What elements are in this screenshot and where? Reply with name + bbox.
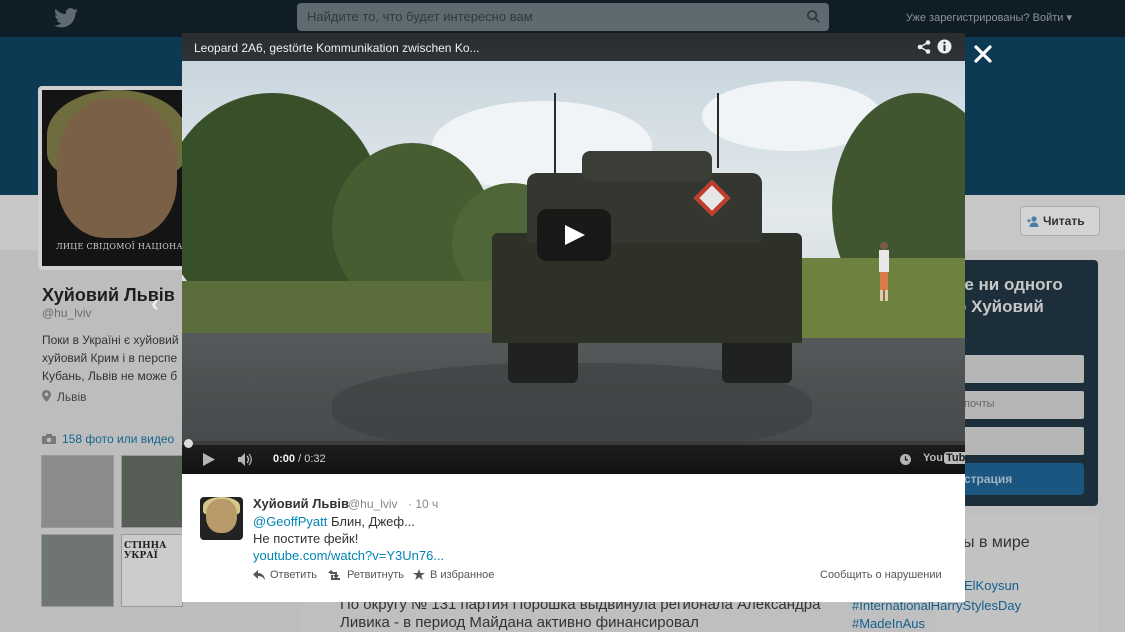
youtube-logo-tube: Tube (943, 452, 965, 464)
follow-button-label: Читать (1043, 214, 1085, 228)
signup-button-label: страция (964, 472, 1013, 486)
youtube-logo-you: You (923, 452, 943, 464)
email-placeholder: почты (964, 398, 995, 410)
play-button[interactable] (537, 209, 611, 261)
video-time: 0:00 / 0:32 (273, 453, 326, 465)
play-icon (565, 225, 585, 245)
location-text: Львів (57, 390, 87, 404)
watch-later-icon[interactable] (900, 454, 911, 465)
share-icon[interactable] (917, 40, 931, 54)
media-lightbox: Leopard 2A6, gestörte Kommunikation zwis… (182, 33, 965, 602)
avatar-face (206, 499, 237, 533)
camera-icon (42, 434, 56, 444)
retweet-label: Ретвитнуть (347, 569, 405, 581)
profile-avatar[interactable]: ЛИЦЕ СВІДОМОЇ НАЦІОНАЛ- (38, 86, 188, 270)
thumbnail-text: СТІННА УКРАЇ (124, 541, 167, 561)
close-icon[interactable] (973, 44, 993, 64)
name-field[interactable] (952, 355, 1084, 383)
trend-item[interactable]: #MadeInAus (852, 616, 925, 631)
previous-arrow-icon[interactable]: ‹ (151, 290, 159, 318)
tweet-card: Хуйовий Львів @hu_lviv · 10 ч @GeoffPyat… (182, 474, 965, 602)
tweet-author-name[interactable]: Хуйовий Львів (253, 496, 349, 511)
tweet-timestamp[interactable]: · 10 ч (408, 497, 438, 511)
signup-title: те ни одного о Хуйовий (956, 274, 1063, 318)
bio-line: Поки в Україні є хуйовий (42, 333, 179, 347)
login-link[interactable]: Уже зарегистрированы? Войти ▾ (906, 11, 1072, 24)
reply-label: Ответить (270, 569, 318, 581)
video-controls: 0:00 / 0:32 YouTube (182, 445, 965, 474)
location-pin-icon (42, 390, 51, 402)
photos-link[interactable]: 158 фото или видео (42, 432, 174, 446)
current-time: 0:00 (273, 453, 296, 465)
tweet-text-line: Не постите фейк! (253, 531, 359, 546)
photos-link-text: 158 фото или видео (62, 432, 175, 446)
search-icon[interactable] (806, 9, 821, 24)
add-user-icon (1027, 216, 1039, 227)
email-field[interactable]: почты (952, 391, 1084, 419)
profile-bio: Поки в Україні є хуйовий хуйовий Крим і … (42, 331, 182, 385)
media-thumbnail[interactable] (121, 455, 183, 528)
signup-title-line: те ни одного (956, 275, 1063, 294)
reply-icon (253, 570, 265, 580)
media-thumbnail[interactable] (41, 455, 114, 528)
tweet-text: Блин, Джеф... (327, 514, 415, 529)
mention-link[interactable]: @GeoffPyatt (253, 514, 327, 529)
follow-button[interactable]: Читать (1020, 206, 1100, 236)
media-thumbnail[interactable] (41, 534, 114, 607)
favorite-button[interactable]: В избранное (413, 569, 494, 581)
favorite-label: В избранное (430, 569, 495, 581)
avatar-face (57, 98, 177, 238)
video-title[interactable]: Leopard 2A6, gestörte Kommunikation zwis… (194, 41, 480, 55)
video-player[interactable]: Leopard 2A6, gestörte Kommunikation zwis… (182, 33, 965, 474)
background-tweet-text: Ливика - в период Майдана активно финанс… (340, 614, 699, 631)
volume-icon[interactable] (238, 453, 253, 466)
total-time: / 0:32 (298, 453, 326, 465)
search-input[interactable]: Найдите то, что будет интересно вам (297, 3, 829, 31)
profile-handle: @hu_lviv (42, 306, 92, 320)
tweet-text-line: youtube.com/watch?v=Y3Un76... (253, 548, 444, 563)
grass (182, 281, 512, 333)
report-link[interactable]: Сообщить о нарушении (820, 569, 942, 581)
play-icon[interactable] (202, 453, 215, 466)
avatar-caption: ЛИЦЕ СВІДОМОЇ НАЦІОНАЛ- (56, 242, 188, 251)
bystander-figure (879, 242, 889, 301)
tweet-text-line: @GeoffPyatt Блин, Джеф... (253, 514, 415, 529)
search-placeholder: Найдите то, что будет интересно вам (307, 9, 533, 24)
media-thumbnail[interactable]: СТІННА УКРАЇ (121, 534, 183, 607)
youtube-link[interactable]: youtube.com/watch?v=Y3Un76... (253, 548, 444, 563)
antenna (717, 93, 719, 168)
reply-button[interactable]: Ответить (253, 569, 317, 581)
login-text: Уже зарегистрированы? Войти (905, 12, 1064, 24)
progress-scrubber[interactable] (184, 439, 193, 448)
star-icon (413, 569, 425, 580)
twitter-bird-icon[interactable] (52, 5, 80, 31)
tweet-avatar[interactable] (200, 497, 243, 540)
tweet-author-handle[interactable]: @hu_lviv (348, 497, 398, 511)
top-navigation-bar: Найдите то, что будет интересно вам Уже … (0, 0, 1125, 37)
trend-item[interactable]: ElKoysun (964, 578, 1019, 593)
caret-down-icon: ▾ (1066, 12, 1072, 24)
retweet-button[interactable]: Ретвитнуть (328, 569, 404, 581)
bio-line: хуйовий Крим і в перспе (42, 351, 178, 365)
info-icon[interactable] (937, 39, 952, 54)
password-field[interactable] (952, 427, 1084, 455)
profile-location: Львів (42, 390, 87, 404)
youtube-logo[interactable]: YouTube (923, 452, 965, 464)
signup-title-line: о Хуйовий (956, 297, 1044, 316)
signup-button[interactable]: страция (952, 463, 1084, 495)
retweet-icon (328, 570, 340, 580)
bio-line: Кубань, Львів не може б (42, 369, 178, 383)
tank-crew (582, 151, 712, 181)
